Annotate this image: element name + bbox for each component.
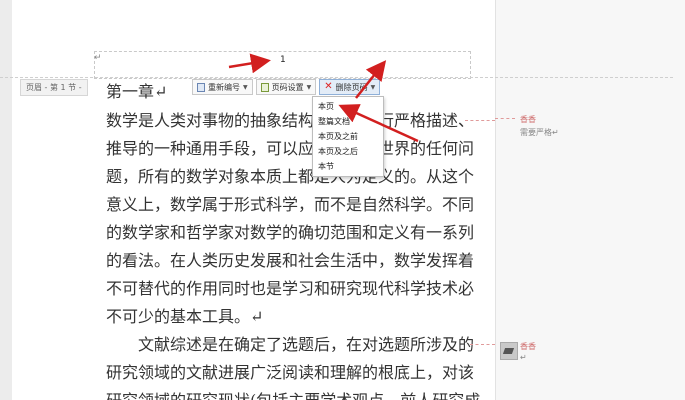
annotation-arrows xyxy=(228,53,419,143)
arrow-to-this-page xyxy=(338,104,419,143)
arrow-to-delete-button xyxy=(355,60,387,99)
arrow-to-page-number xyxy=(228,53,271,74)
